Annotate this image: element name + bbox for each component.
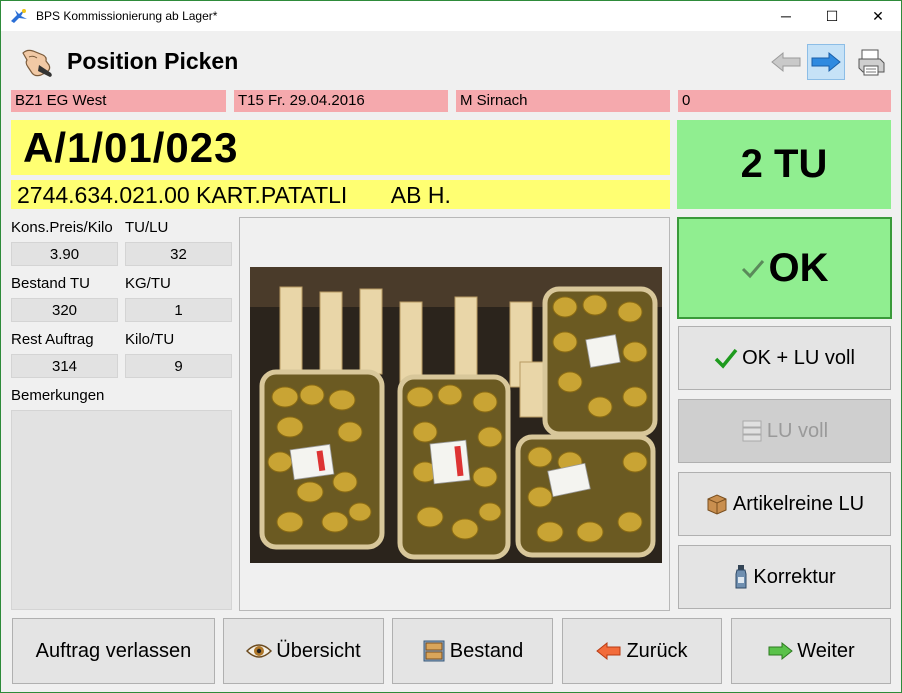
rest-label: Rest Auftrag — [11, 331, 94, 348]
checkmark-icon — [714, 347, 738, 369]
leave-order-button[interactable]: Auftrag verlassen — [12, 618, 215, 684]
kilo-tu-value: 9 — [125, 354, 232, 378]
remarks-box — [11, 410, 232, 610]
kilo-tu-label: Kilo/TU — [125, 331, 175, 348]
kg-tu-label: KG/TU — [125, 275, 171, 292]
tu-lu-value: 32 — [125, 242, 232, 266]
title-bar: BPS Kommissionierung ab Lager* ─ ☐ ✕ — [1, 1, 901, 31]
hand-pointer-icon — [19, 45, 59, 79]
minimize-button[interactable]: ─ — [763, 1, 809, 31]
counter-field: 0 — [678, 90, 891, 112]
stock-label: Bestand TU — [11, 275, 90, 292]
app-logo-icon — [8, 5, 30, 27]
shelf-icon — [422, 639, 446, 663]
ok-label: OK — [768, 245, 829, 290]
checkmark-icon — [741, 257, 765, 279]
window-title: BPS Kommissionierung ab Lager* — [36, 9, 218, 23]
page-title: Position Picken — [67, 48, 239, 74]
back-arrow-icon[interactable] — [768, 45, 804, 79]
maximize-button[interactable]: ☐ — [809, 1, 855, 31]
product-photo-panel — [239, 217, 670, 611]
stock-button[interactable]: Bestand — [392, 618, 553, 684]
location-display: A/1/01/023 — [11, 120, 670, 175]
article-pure-lu-button[interactable]: Artikelreine LU — [678, 472, 891, 536]
article-pure-lu-label: Artikelreine LU — [732, 492, 865, 515]
next-button[interactable]: Weiter — [731, 618, 891, 684]
correction-button[interactable]: Korrektur — [678, 545, 891, 609]
pallet-stack-icon — [741, 419, 763, 443]
product-photo — [250, 267, 662, 563]
correction-label: Korrektur — [753, 565, 836, 588]
quantity-display: 2 TU — [677, 120, 891, 209]
stock-label: Bestand — [449, 639, 524, 662]
arrow-left-icon — [596, 641, 622, 661]
price-value: 3.90 — [11, 242, 118, 266]
back-label: Zurück — [626, 639, 688, 662]
arrow-right-icon — [767, 641, 794, 661]
ok-lu-full-label: OK + LU voll — [742, 346, 855, 369]
stock-value: 320 — [11, 298, 118, 322]
lu-full-button[interactable]: LU voll — [678, 399, 891, 463]
next-label: Weiter — [797, 639, 855, 662]
overview-button[interactable]: Übersicht — [223, 618, 384, 684]
bottle-icon — [733, 564, 749, 590]
customer-field: M Sirnach — [456, 90, 670, 112]
app-window: BPS Kommissionierung ab Lager* ─ ☐ ✕ Pos… — [0, 0, 902, 693]
forward-arrow-icon[interactable] — [807, 44, 845, 80]
remarks-label: Bemerkungen — [11, 387, 105, 404]
close-button[interactable]: ✕ — [855, 1, 901, 31]
overview-label: Übersicht — [276, 639, 361, 662]
printer-icon[interactable] — [853, 45, 889, 79]
rest-value: 314 — [11, 354, 118, 378]
tu-lu-label: TU/LU — [125, 219, 169, 236]
ok-button[interactable]: OK — [677, 217, 892, 319]
tour-field: T15 Fr. 29.04.2016 — [234, 90, 448, 112]
back-button[interactable]: Zurück — [562, 618, 722, 684]
price-label: Kons.Preis/Kilo — [11, 219, 113, 236]
kg-tu-value: 1 — [125, 298, 232, 322]
article-display: 2744.634.021.00 KART.PATATLI AB H. — [11, 180, 670, 209]
eye-icon — [246, 642, 273, 660]
box-icon — [705, 492, 729, 516]
lu-full-label: LU voll — [766, 419, 829, 442]
leave-order-label: Auftrag verlassen — [35, 639, 192, 662]
zone-field: BZ1 EG West — [11, 90, 226, 112]
ok-lu-full-button[interactable]: OK + LU voll — [678, 326, 891, 390]
